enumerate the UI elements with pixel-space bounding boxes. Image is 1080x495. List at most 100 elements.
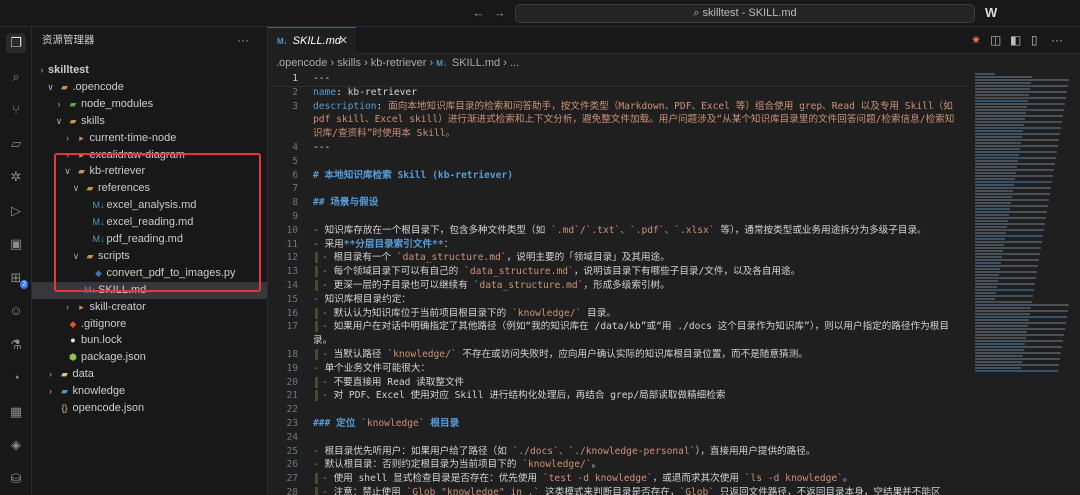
minimap-line: [975, 280, 998, 282]
tree-item[interactable]: ∨ ▰ references: [32, 180, 267, 197]
breadcrumb-item[interactable]: ...: [510, 57, 519, 69]
tree-item[interactable]: ⬢ package.json: [32, 349, 267, 366]
code-line: 20 - 不要直接用 Read 读取整文件: [268, 376, 968, 390]
minimap-line: [975, 358, 1060, 360]
breadcrumb-item[interactable]: SKILL.md: [452, 57, 500, 69]
tree-item[interactable]: M↓ SKILL.md: [32, 281, 267, 299]
token: name: [313, 86, 337, 98]
more-icon[interactable]: ···: [1051, 33, 1063, 47]
code-editor[interactable]: 1 --- 2 name: kb-retriever 3 description: 面向本…: [268, 72, 968, 495]
claude-icon[interactable]: ✷: [971, 33, 981, 47]
minimap-line: [975, 301, 1032, 303]
token: -: [322, 307, 334, 319]
tree-item[interactable]: › ▸ excalidraw-diagram: [32, 147, 267, 164]
minimap-line: [975, 211, 1047, 213]
tree-item[interactable]: › ▰ node_modules: [32, 96, 267, 113]
code-line: 8 ## 场景与假设: [268, 196, 968, 210]
folder-icon: ▰: [69, 115, 77, 126]
tree-item[interactable]: › ▸ skill-creator: [32, 299, 267, 316]
database-icon[interactable]: ⛁: [6, 469, 26, 489]
tree-item[interactable]: M↓ excel_reading.md: [32, 214, 267, 231]
tree-item[interactable]: ∨ ▰ .opencode: [32, 79, 267, 96]
breadcrumb-item[interactable]: skills: [337, 57, 361, 69]
tree-item-label: opencode.json: [72, 402, 145, 414]
split-editor-icon[interactable]: ▯: [1031, 33, 1038, 47]
tree-item[interactable]: ∨ ▰ kb-retriever: [32, 163, 267, 180]
minimap-line: [975, 283, 1035, 285]
minimap-line: [975, 259, 1039, 261]
tree-item-label: convert_pdf_to_images.py: [106, 266, 236, 279]
tree-item[interactable]: ∨ ▰ scripts: [32, 248, 267, 265]
chevron-icon: ›: [49, 386, 52, 397]
chevron-right-icon: ›: [500, 57, 510, 69]
tree-item[interactable]: ∨ ▰ skills: [32, 113, 267, 130]
line-content: [313, 403, 963, 417]
tree-item[interactable]: › ▰ data: [32, 366, 267, 383]
chevron-icon: ∨: [55, 115, 63, 126]
tree-item[interactable]: M↓ excel_analysis.md: [32, 197, 267, 214]
title-bar: ← → ⌕ skilltest - SKILL.md W: [0, 0, 1080, 27]
tree-item-label: excel_reading.md: [106, 216, 194, 229]
minimap-line: [975, 220, 1008, 222]
line-content: - 知识库根目录约定：: [313, 293, 963, 307]
tree-item[interactable]: {} opencode.json: [32, 400, 267, 417]
minimap-line: [975, 367, 1021, 369]
markdown-icon: M↓: [436, 59, 447, 68]
git-icon[interactable]: ◈: [6, 435, 26, 455]
minimap[interactable]: [970, 72, 1075, 495]
token: 注意：禁止使用: [333, 486, 407, 495]
explorer-icon[interactable]: ❐: [6, 33, 26, 53]
search-icon[interactable]: ⌕: [6, 67, 26, 87]
account-icon[interactable]: ☺: [6, 301, 26, 321]
extensions-icon[interactable]: ⊞ 2: [6, 268, 28, 289]
breadcrumb-item[interactable]: .opencode: [276, 57, 327, 69]
minimap-line: [975, 238, 1005, 240]
code-line: 22: [268, 403, 968, 417]
tree-item[interactable]: M↓ pdf_reading.md: [32, 231, 267, 248]
map-icon[interactable]: ▱: [6, 134, 26, 154]
timeline-icon[interactable]: ◔: [6, 368, 26, 388]
tree-item[interactable]: ● bun.lock: [32, 332, 267, 349]
testing-icon[interactable]: ⚗: [6, 335, 26, 355]
minimap-line: [975, 349, 1024, 351]
run-icon[interactable]: ▷: [6, 201, 26, 221]
token: `data_structure.md`: [396, 252, 507, 264]
grid-icon[interactable]: ▦: [6, 402, 26, 422]
minimap-line: [975, 160, 1018, 162]
token: -: [322, 486, 334, 495]
line-content: [313, 182, 963, 196]
command-center-search[interactable]: ⌕ skilltest - SKILL.md: [515, 4, 975, 23]
line-number: 16: [286, 307, 298, 319]
folder-icon: ▰: [69, 98, 77, 109]
tree-item[interactable]: › skilltest: [32, 62, 267, 79]
debug-icon[interactable]: ✲: [6, 167, 26, 187]
minimap-line: [975, 328, 1065, 330]
tree-item[interactable]: ◆ .gitignore: [32, 316, 267, 333]
tree-item[interactable]: › ▰ knowledge: [32, 383, 267, 400]
compare-icon[interactable]: ◧: [1010, 33, 1021, 47]
tree-item[interactable]: › ▸ current-time-node: [32, 130, 267, 147]
line-content: - 当默认路径 `knowledge/` 不存在或访问失败时，应向用户确认实际的…: [313, 348, 963, 362]
minimap-line: [975, 136, 1022, 138]
open-preview-icon[interactable]: ◫: [990, 33, 1001, 47]
remote-icon[interactable]: ▣: [6, 234, 26, 254]
source-control-icon[interactable]: ⑂: [6, 100, 26, 120]
token: `.md`/`.txt`、`.pdf`、`.xlsx`: [551, 224, 715, 236]
minimap-line: [975, 166, 1017, 168]
tree-item[interactable]: ◆ convert_pdf_to_images.py: [32, 265, 267, 282]
tab-skill-md[interactable]: M↓ SKILL.md ✕: [268, 27, 356, 54]
minimap-line: [975, 346, 1062, 348]
code-line: 26 - 默认根目录：否则约定根目录为当前项目下的 `knowledge/`。: [268, 458, 968, 472]
back-button[interactable]: ←: [472, 5, 485, 20]
more-actions-button[interactable]: ···: [237, 27, 249, 54]
close-tab-button[interactable]: ✕: [339, 28, 348, 54]
indent-guide: - 根目录有一个 `data_structure.md`，说明主要的「领域目录」…: [315, 252, 670, 264]
breadcrumb-item[interactable]: kb-retriever: [371, 57, 427, 69]
forward-button[interactable]: →: [493, 5, 506, 20]
token: ---: [313, 73, 331, 84]
token: 更深一层的子目录也可以继续有: [333, 279, 474, 291]
token: ，形成多级索引树。: [583, 279, 670, 291]
minimap-line: [975, 184, 1014, 186]
minimap-line: [975, 124, 1024, 126]
line-content: - 如果用户在对话中明确指定了其他路径（例如“我的知识库在 /data/kb”或…: [313, 320, 963, 348]
